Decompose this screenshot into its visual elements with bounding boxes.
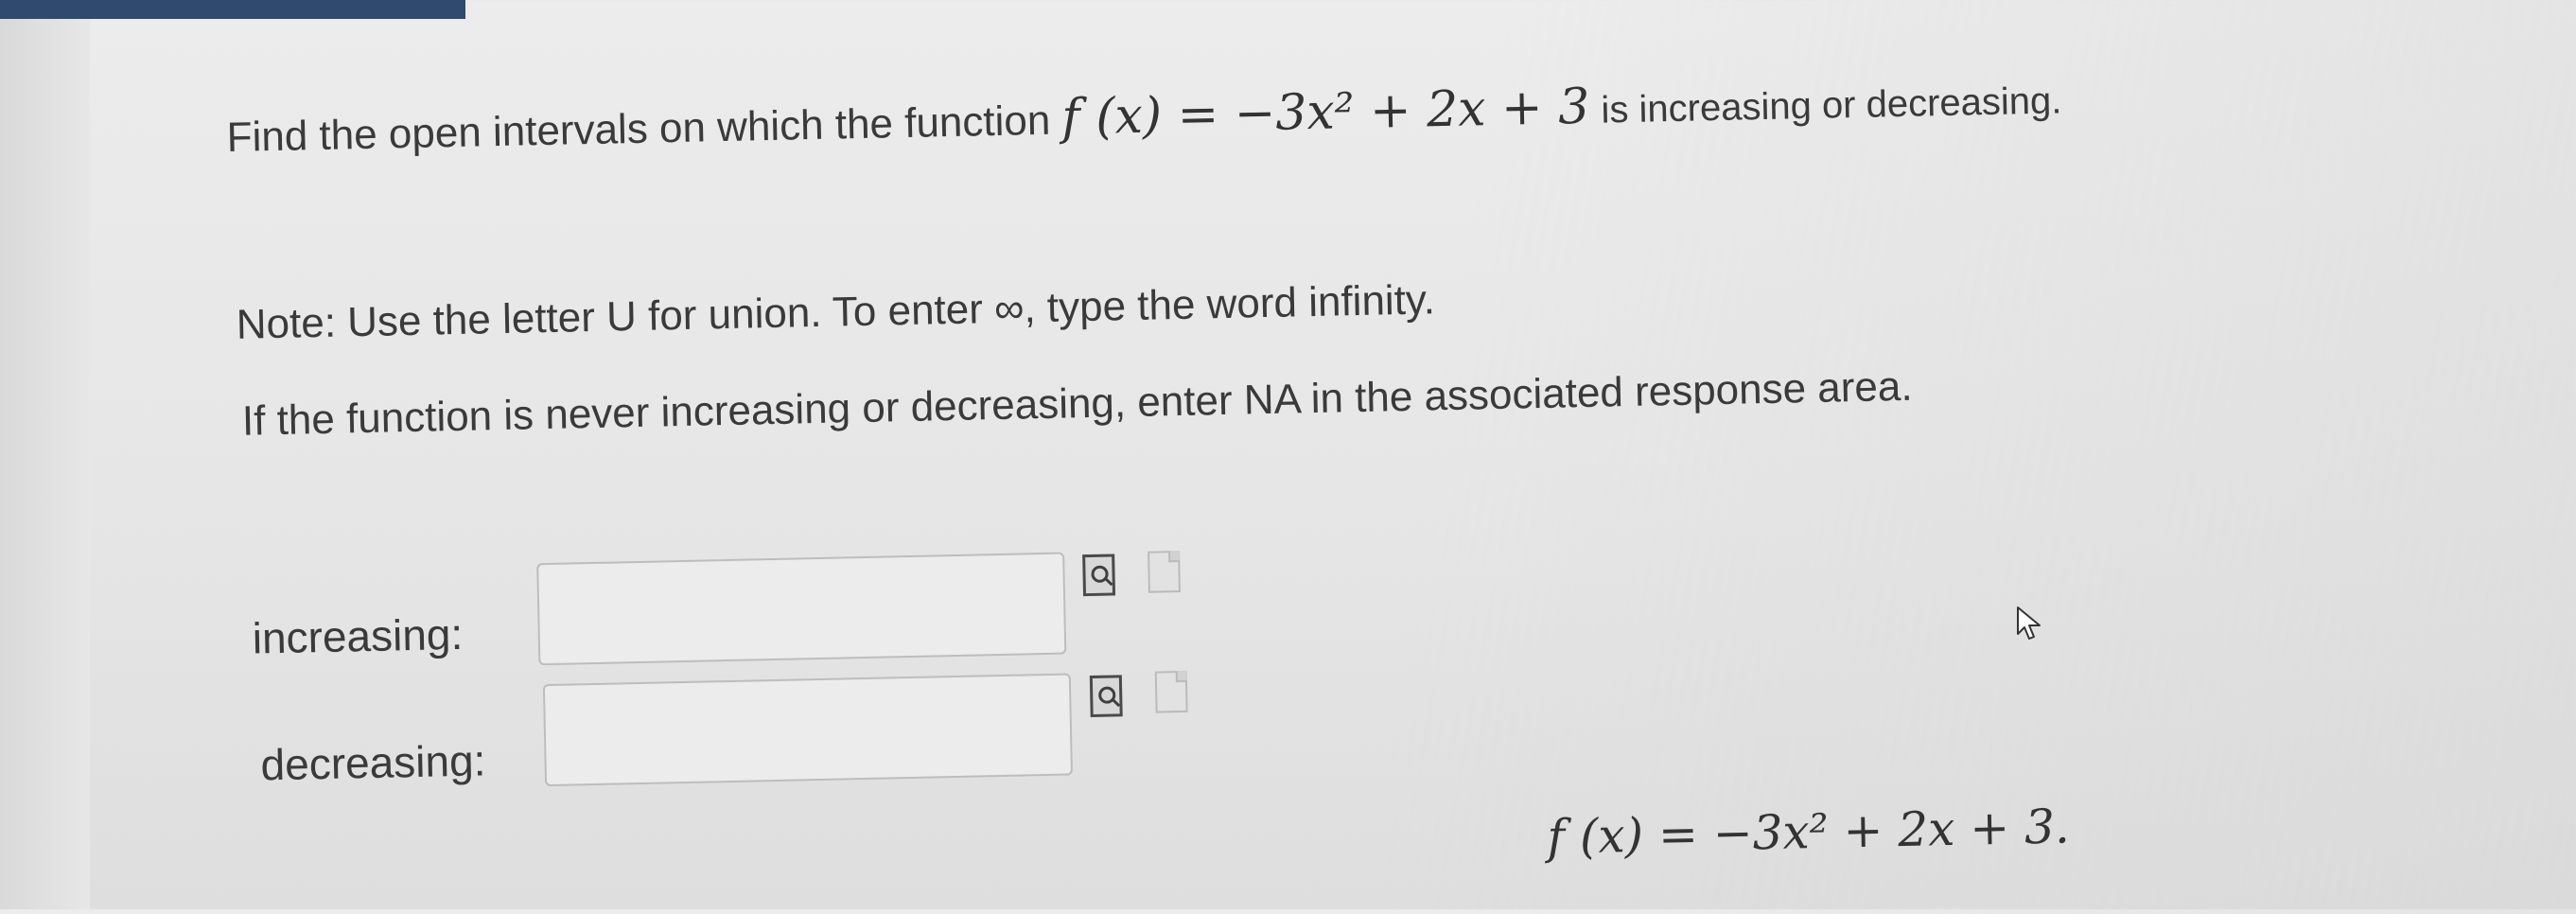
question-prefix: Find the open intervals on which the fun…: [226, 97, 1051, 161]
question-text: Find the open intervals on which the fun…: [226, 67, 2062, 165]
function-formula: f (x) = −3x² + 2x + 3: [1060, 78, 1590, 147]
increasing-label: increasing:: [252, 608, 464, 663]
note-text: Note: Use the letter U for union. To ent…: [236, 276, 1436, 348]
cursor-icon: [2017, 606, 2041, 640]
bottom-formula: f (x) = −3x² + 2x + 3.: [1546, 799, 2071, 865]
preview-icon[interactable]: [1082, 554, 1116, 597]
decreasing-label: decreasing:: [260, 735, 486, 790]
question-suffix: is increasing or decreasing.: [1601, 79, 2062, 132]
preview-icon[interactable]: [1089, 675, 1123, 718]
help-icon[interactable]: [1154, 670, 1188, 713]
help-icon[interactable]: [1148, 551, 1181, 593]
increasing-input[interactable]: [536, 552, 1067, 666]
question-panel: Find the open intervals on which the fun…: [0, 0, 2576, 914]
decreasing-input[interactable]: [542, 673, 1074, 787]
never-text: If the function is never increasing or d…: [241, 362, 1914, 445]
